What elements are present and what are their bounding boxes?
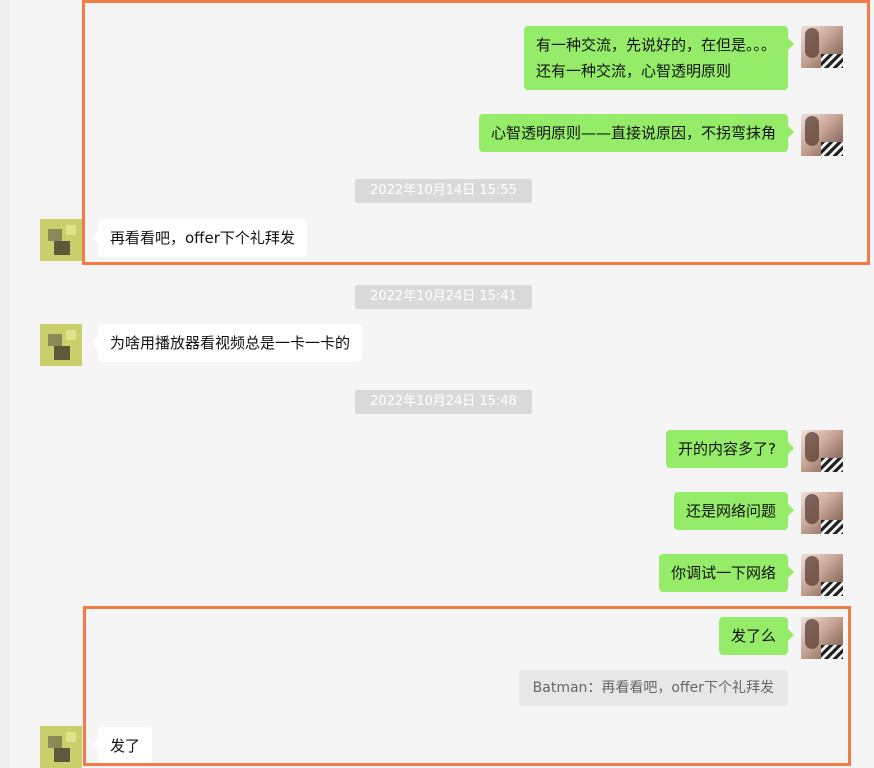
contact-avatar[interactable] [40,726,82,768]
message-bubble-incoming[interactable]: 为啥用播放器看视频总是一卡一卡的 [91,324,363,362]
my-avatar[interactable] [801,492,843,534]
my-avatar[interactable] [801,430,843,472]
highlight-box [83,606,851,766]
message-bubble-outgoing[interactable]: 开的内容多了? [666,430,794,468]
contact-avatar[interactable] [40,324,82,366]
message-bubble-outgoing[interactable]: 还是网络问题 [673,492,795,530]
timestamp: 2022年10月24日 15:48 [355,390,532,414]
highlight-box [82,0,870,265]
timestamp: 2022年10月24日 15:41 [355,285,532,309]
my-avatar[interactable] [801,554,843,596]
contact-avatar[interactable] [40,219,82,261]
window-left-edge [0,0,10,768]
message-bubble-outgoing[interactable]: 你调试一下网络 [658,554,795,592]
